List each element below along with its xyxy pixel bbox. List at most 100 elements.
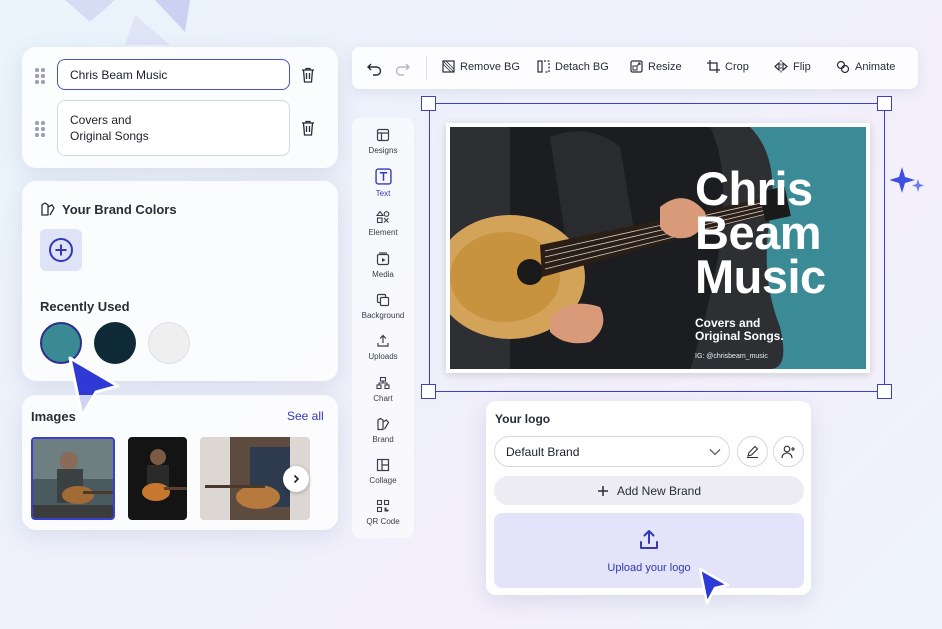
pointer-cursor-icon	[698, 567, 730, 605]
add-user-button[interactable]	[773, 436, 804, 467]
guitarist-photo	[128, 437, 187, 520]
design-canvas[interactable]: Chris Beam Music Covers and Original Son…	[446, 123, 870, 373]
decorative-shape	[65, 0, 190, 45]
collage-icon	[376, 458, 390, 472]
resize-handle-top-right[interactable]	[877, 96, 892, 111]
tool-label: Media	[372, 270, 394, 279]
design-social-handle[interactable]: IG: @chrisbeam_music	[695, 353, 768, 360]
logo-panel: Your logo Default Brand Add New Brand Up…	[486, 401, 811, 595]
flip-label: Flip	[793, 60, 811, 73]
tool-label: Designs	[368, 146, 398, 155]
color-swatch-light[interactable]	[148, 322, 190, 364]
resize-icon	[630, 60, 643, 73]
image-thumbnail[interactable]	[31, 437, 115, 520]
side-toolbar: Designs Text Element Media Background Up…	[352, 118, 414, 538]
text-fields-card: Chris Beam Music Covers and Original Son…	[22, 47, 338, 168]
trash-icon[interactable]	[299, 119, 317, 137]
background-icon	[376, 293, 390, 307]
chevron-down-icon	[709, 449, 721, 456]
add-new-brand-label: Add New Brand	[616, 483, 702, 498]
detach-bg-button[interactable]: Detach BG	[537, 60, 609, 73]
upload-logo-dropzone[interactable]: Upload your logo	[494, 513, 804, 588]
detach-background-icon	[537, 60, 550, 73]
tool-label: Brand	[372, 435, 394, 444]
guitarist-photo	[33, 439, 113, 518]
tool-label: Collage	[369, 476, 397, 485]
tool-label: Background	[361, 311, 405, 320]
drag-handle-icon[interactable]	[35, 68, 45, 84]
tool-label: Text	[375, 189, 391, 198]
qr-code-icon	[376, 499, 390, 513]
design-title-text[interactable]: Chris Beam Music	[695, 165, 826, 300]
crop-icon	[707, 60, 720, 73]
animate-icon	[836, 60, 850, 74]
add-color-button[interactable]	[40, 229, 82, 271]
brand-select-value: Default Brand	[506, 444, 580, 459]
subheading-line: Original Songs	[70, 129, 149, 143]
resize-handle-top-left[interactable]	[421, 96, 436, 111]
tool-brand[interactable]: Brand	[352, 417, 414, 444]
tool-designs[interactable]: Designs	[352, 128, 414, 155]
palette-icon	[41, 202, 55, 216]
logo-panel-title: Your logo	[495, 412, 551, 426]
crop-button[interactable]: Crop	[707, 60, 749, 73]
next-images-button[interactable]	[283, 466, 309, 492]
redo-icon[interactable]	[394, 60, 411, 76]
trash-icon[interactable]	[299, 66, 317, 84]
edit-brand-button[interactable]	[737, 436, 768, 467]
text-icon	[374, 168, 392, 185]
undo-icon[interactable]	[366, 60, 383, 76]
image-thumbnail[interactable]	[128, 437, 187, 520]
animate-button[interactable]: Animate	[836, 60, 895, 74]
brand-icon	[377, 417, 390, 431]
layout-icon	[376, 128, 390, 142]
upload-logo-label: Upload your logo	[607, 561, 691, 574]
tool-media[interactable]: Media	[352, 252, 414, 279]
plus-icon	[597, 485, 608, 496]
brand-colors-title-text: Your Brand Colors	[62, 201, 177, 217]
subheading-line: Covers and	[70, 113, 132, 127]
chevron-right-icon	[293, 474, 300, 484]
toolbar-divider	[426, 56, 427, 80]
see-all-link[interactable]: See all	[287, 409, 324, 423]
tool-label: Uploads	[368, 352, 398, 361]
detach-bg-label: Detach BG	[555, 60, 609, 73]
tool-element[interactable]: Element	[352, 210, 414, 237]
tool-collage[interactable]: Collage	[352, 458, 414, 485]
crop-label: Crop	[725, 60, 749, 73]
flip-icon	[774, 60, 788, 73]
tool-qr-code[interactable]: QR Code	[352, 499, 414, 526]
tool-chart[interactable]: Chart	[352, 376, 414, 403]
tool-background[interactable]: Background	[352, 293, 414, 320]
images-title: Images	[31, 409, 76, 424]
add-new-brand-button[interactable]: Add New Brand	[494, 476, 804, 505]
tool-label: QR Code	[366, 517, 400, 526]
resize-button[interactable]: Resize	[630, 60, 682, 73]
top-toolbar: Remove BG Detach BG Resize Crop Flip Ani…	[352, 47, 918, 89]
brand-select[interactable]: Default Brand	[494, 436, 730, 467]
resize-handle-bottom-left[interactable]	[421, 384, 436, 399]
sparkle-icon	[890, 167, 924, 193]
resize-handle-bottom-right[interactable]	[877, 384, 892, 399]
remove-bg-label: Remove BG	[460, 60, 520, 73]
tool-text[interactable]: Text	[352, 168, 414, 198]
drag-handle-icon[interactable]	[35, 121, 45, 137]
plus-circle-icon	[49, 238, 73, 262]
flip-button[interactable]: Flip	[774, 60, 811, 73]
design-subtitle-text[interactable]: Covers and Original Songs.	[695, 317, 784, 343]
brand-colors-title: Your Brand Colors	[40, 201, 177, 217]
heading-text-input[interactable]: Chris Beam Music	[57, 59, 290, 90]
media-icon	[376, 252, 390, 266]
subheading-text-input[interactable]: Covers and Original Songs	[57, 100, 290, 156]
upload-icon	[377, 334, 389, 347]
tool-label: Chart	[373, 394, 393, 403]
animate-label: Animate	[855, 61, 896, 73]
images-card: Images See all	[22, 395, 338, 530]
upload-icon	[640, 529, 658, 549]
shapes-icon	[376, 210, 390, 224]
remove-bg-button[interactable]: Remove BG	[442, 60, 520, 73]
chart-icon	[376, 376, 390, 390]
tool-uploads[interactable]: Uploads	[352, 334, 414, 361]
resize-label: Resize	[648, 60, 682, 73]
pencil-icon	[747, 445, 759, 458]
